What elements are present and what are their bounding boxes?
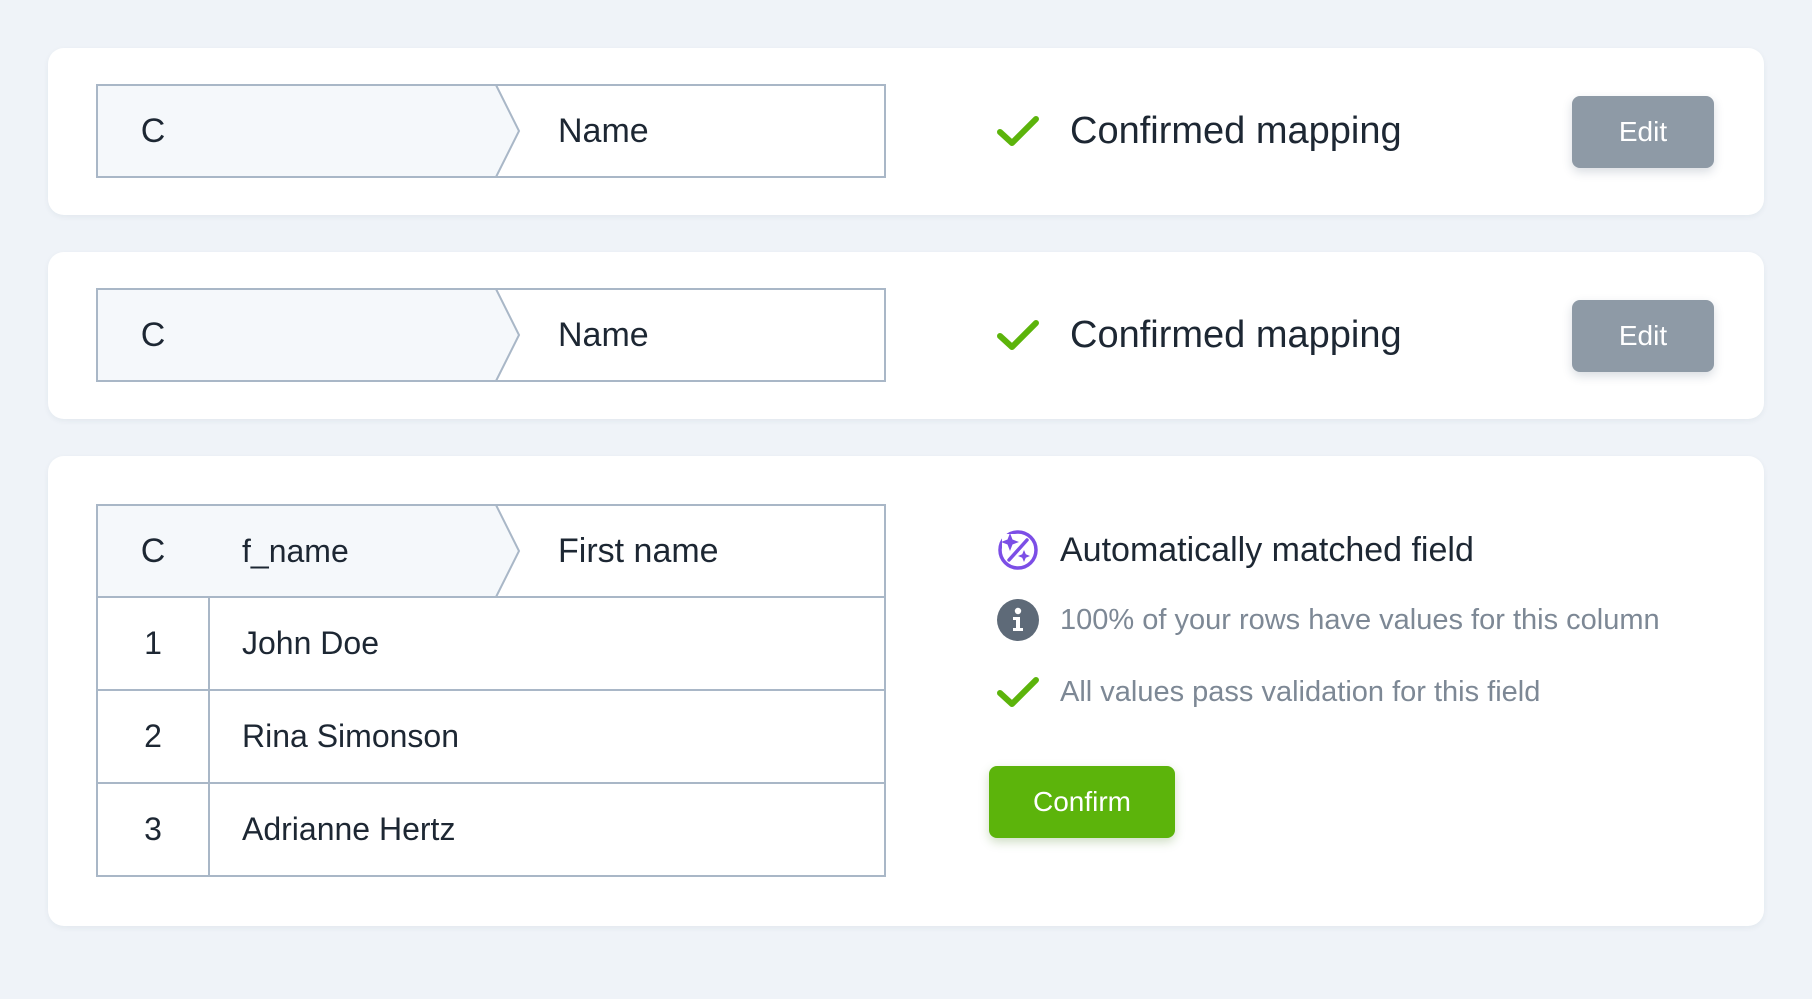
check-icon xyxy=(997,320,1039,350)
mapping-card-1: C Name Confirmed mapping Edit xyxy=(48,48,1764,215)
mapping-header-frame xyxy=(96,84,886,178)
coverage-line: 100% of your rows have values for this c… xyxy=(996,598,1660,642)
mapping-header-frame xyxy=(96,288,886,382)
confirm-button[interactable]: Confirm xyxy=(989,766,1175,838)
mapping-header-row: C f_name First name xyxy=(96,504,886,598)
info-icon xyxy=(996,598,1040,642)
column-letter: C xyxy=(140,112,166,150)
check-icon xyxy=(997,116,1039,146)
mapping-header-frame xyxy=(96,504,886,598)
validation-line: All values pass validation for this fiel… xyxy=(996,670,1540,714)
table-row: 3 Adrianne Hertz xyxy=(96,784,886,877)
row-value: Adrianne Hertz xyxy=(242,811,456,847)
edit-button[interactable]: Edit xyxy=(1572,96,1714,168)
row-value: John Doe xyxy=(242,625,379,661)
row-index: 3 xyxy=(98,784,210,875)
column-letter: C xyxy=(140,532,166,570)
target-field: Name xyxy=(558,316,649,354)
mapping-header-row: C Name xyxy=(96,84,886,178)
mapping-status: Confirmed mapping xyxy=(996,84,1402,178)
mapping-status: Confirmed mapping xyxy=(996,288,1402,382)
match-title-line: Automatically matched field xyxy=(996,528,1474,572)
target-field: First name xyxy=(558,532,719,570)
mapping-card-2: C Name Confirmed mapping Edit xyxy=(48,252,1764,419)
coverage-note: 100% of your rows have values for this c… xyxy=(1060,603,1660,636)
status-label: Confirmed mapping xyxy=(1070,109,1402,152)
row-index: 1 xyxy=(98,598,210,689)
table-row: 1 John Doe xyxy=(96,598,886,691)
edit-button[interactable]: Edit xyxy=(1572,300,1714,372)
table-row: 2 Rina Simonson xyxy=(96,691,886,784)
source-header: f_name xyxy=(242,533,349,569)
row-value: Rina Simonson xyxy=(242,718,459,754)
check-icon xyxy=(996,670,1040,714)
validation-note: All values pass validation for this fiel… xyxy=(1060,675,1541,708)
sparkle-match-icon xyxy=(996,528,1040,572)
active-mapping-card: C f_name First name 1 John Doe 2 Rina Si… xyxy=(48,456,1764,926)
row-index: 2 xyxy=(98,691,210,782)
target-field: Name xyxy=(558,112,649,150)
match-title: Automatically matched field xyxy=(1060,530,1474,569)
mapping-header-row: C Name xyxy=(96,288,886,382)
column-letter: C xyxy=(140,316,166,354)
status-label: Confirmed mapping xyxy=(1070,313,1402,356)
